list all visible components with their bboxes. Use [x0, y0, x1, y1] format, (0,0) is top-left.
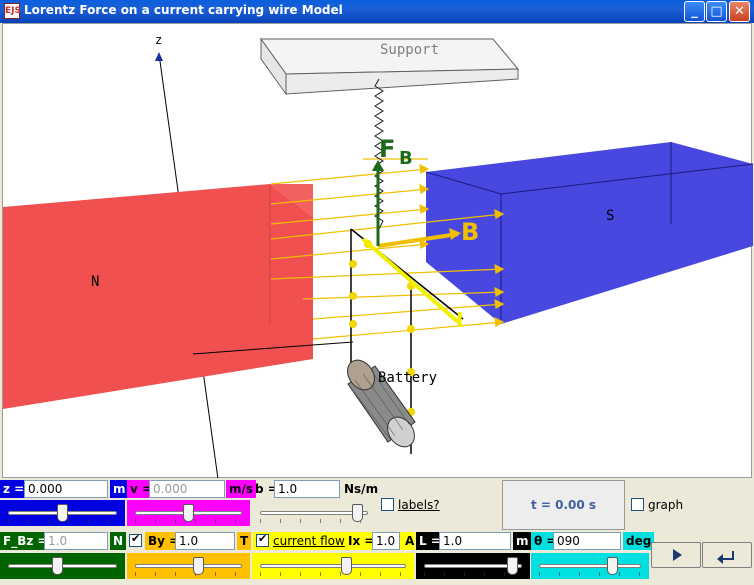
fbz-label: F_Bz =	[0, 532, 51, 550]
b-field[interactable]: 1.0	[274, 480, 340, 498]
by-slider-thumb[interactable]	[192, 557, 204, 575]
by-field[interactable]: 1.0	[175, 532, 235, 550]
fbz-slider[interactable]	[0, 553, 125, 579]
ix-unit: A	[405, 534, 415, 548]
maximize-icon[interactable]: □	[706, 1, 727, 22]
v-slider-thumb[interactable]	[183, 504, 194, 522]
L-slider[interactable]	[416, 553, 530, 579]
theta-field[interactable]: 090	[553, 532, 621, 550]
theta-slider[interactable]	[531, 553, 649, 579]
v-field[interactable]: 0.000	[149, 480, 225, 498]
v-slider[interactable]	[127, 500, 250, 526]
north-magnet	[3, 184, 313, 409]
force-label: F	[379, 135, 395, 163]
current-flow-checkbox[interactable]	[256, 532, 269, 547]
scene-svg: z N S Support I B F B Battery	[3, 33, 753, 479]
theta-unit: deg	[623, 532, 655, 550]
z-slider[interactable]	[0, 500, 125, 526]
labels-checkbox-label[interactable]: labels?	[395, 496, 443, 514]
by-slider[interactable]	[127, 553, 250, 579]
battery-label: Battery	[378, 370, 437, 386]
L-unit: m	[513, 532, 532, 550]
current-flow-label[interactable]: current flow	[270, 532, 348, 550]
L-field[interactable]: 1.0	[439, 532, 511, 550]
fbz-slider-thumb[interactable]	[52, 557, 64, 575]
window-title: Lorentz Force on a current carrying wire…	[24, 3, 343, 17]
title-bar: EJS Lorentz Force on a current carrying …	[0, 0, 754, 23]
south-label: S	[606, 208, 614, 224]
fbz-unit: N	[110, 532, 127, 550]
z-field[interactable]: 0.000	[24, 480, 108, 498]
play-icon	[673, 549, 682, 561]
support-label: Support	[380, 42, 439, 58]
ejs-app-icon: EJS	[4, 3, 21, 19]
graph-checkbox[interactable]	[631, 498, 644, 511]
play-button[interactable]	[651, 542, 701, 568]
L-slider-thumb[interactable]	[506, 557, 518, 575]
reset-button[interactable]	[702, 542, 752, 568]
fbz-field[interactable]: 1.0	[44, 532, 108, 550]
graph-checkbox-label: graph	[648, 498, 684, 512]
labels-checkbox[interactable]	[381, 498, 394, 511]
b-slider-thumb[interactable]	[352, 504, 364, 522]
time-readout: t = 0.00 s	[502, 480, 625, 530]
north-label: N	[91, 274, 99, 290]
close-icon[interactable]: ✕	[729, 1, 750, 22]
field-label: B	[461, 218, 479, 246]
z-axis-label: z	[155, 33, 162, 47]
minimize-icon[interactable]: _	[684, 1, 705, 22]
z-axis-arrow-icon	[155, 52, 163, 61]
force-subscript: B	[399, 148, 413, 169]
control-panel: z = 0.000 m v = 0.000 m/s b = 1.0 Ns/m l…	[0, 478, 754, 585]
reset-icon	[717, 551, 734, 564]
simulation-view[interactable]: z N S Support I B F B Battery	[2, 23, 753, 479]
ix-field[interactable]: 1.0	[372, 532, 400, 550]
z-slider-thumb[interactable]	[57, 504, 68, 522]
current-label: I	[456, 308, 463, 332]
theta-slider-thumb[interactable]	[607, 557, 619, 575]
z-unit: m	[110, 480, 129, 498]
ix-slider[interactable]	[252, 553, 414, 579]
fbz-checkbox[interactable]	[129, 532, 142, 547]
b-slider[interactable]	[252, 500, 376, 526]
b-unit: Ns/m	[344, 482, 379, 496]
by-unit: T	[237, 532, 252, 550]
ix-slider-thumb[interactable]	[341, 557, 352, 575]
